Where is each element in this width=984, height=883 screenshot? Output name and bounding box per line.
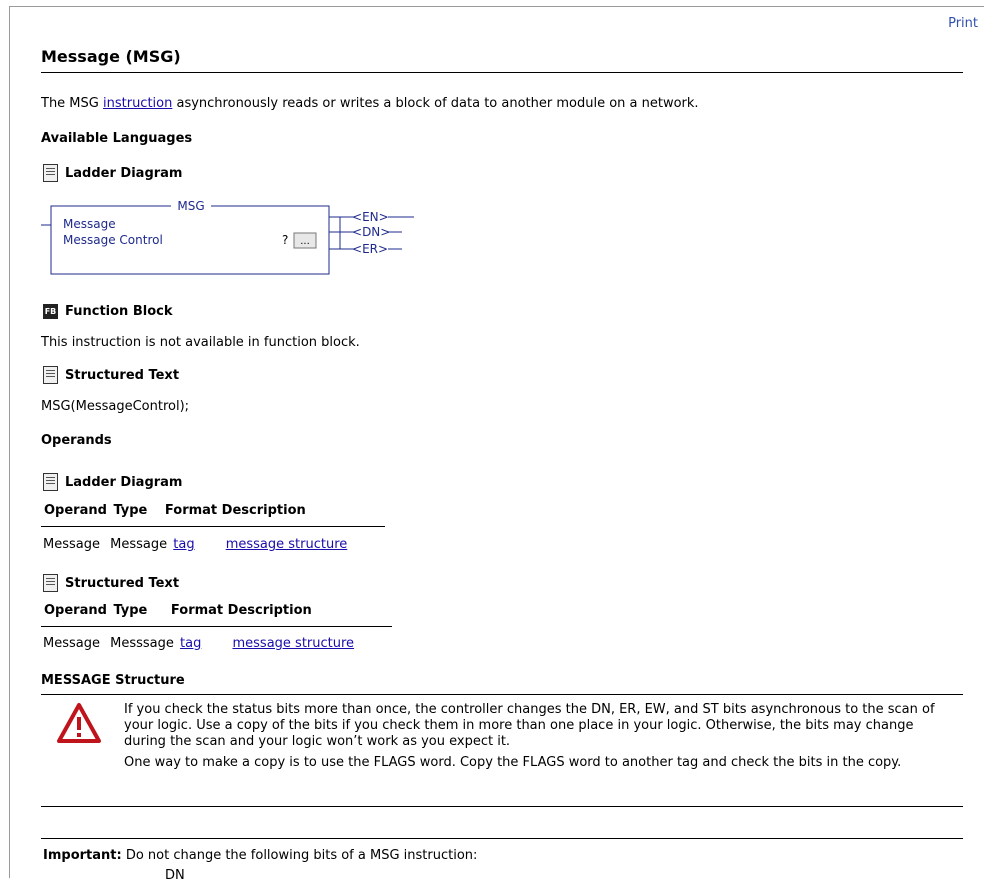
operands-ladder-heading: Ladder Diagram	[43, 473, 182, 491]
warning-icon	[57, 703, 101, 743]
operands-st-heading: Structured Text	[43, 574, 179, 592]
ladder-block-name: MSG	[177, 201, 204, 213]
col-operand: Operand	[44, 503, 107, 518]
cell-type: Messsage	[110, 636, 174, 651]
message-structure-link[interactable]: message structure	[232, 636, 354, 651]
ladder-diagram-icon	[43, 473, 58, 491]
cell-type: Message	[110, 537, 168, 552]
important-partial-item: DN	[165, 868, 185, 883]
intro-text: The MSG instruction asynchronously reads…	[41, 96, 699, 111]
operands-ladder-label: Ladder Diagram	[65, 474, 183, 490]
operands-ladder-header: Operand Type Format Description	[44, 503, 306, 518]
output-dn: <DN>	[352, 225, 390, 239]
table-row: Message Messsage tag message structure	[43, 636, 354, 651]
operands-heading: Operands	[41, 433, 112, 448]
browse-button[interactable]: ...	[293, 232, 317, 249]
important-text: Do not change the following bits of a MS…	[125, 848, 478, 863]
structured-text-icon	[43, 574, 58, 592]
tag-link[interactable]: tag	[180, 636, 201, 651]
structured-text-label: Structured Text	[65, 367, 180, 383]
output-en: <EN>	[352, 210, 389, 224]
col-format: Format	[170, 603, 224, 618]
available-languages-heading: Available Languages	[41, 131, 193, 146]
important-label: Important:	[43, 848, 122, 863]
ladder-diagram: MSG Message Message Control ? ... <EN> <…	[41, 201, 414, 275]
message-structure-link[interactable]: message structure	[226, 537, 348, 552]
ladder-diagram-icon	[43, 164, 58, 182]
ladder-diagram-heading: Ladder Diagram	[43, 164, 182, 182]
col-description: Description	[227, 603, 312, 618]
important-top-rule	[41, 838, 963, 839]
operands-st-rule	[41, 626, 392, 627]
instruction-link[interactable]: instruction	[103, 96, 172, 111]
warning-paragraph-1: If you check the status bits more than o…	[124, 702, 935, 749]
ladder-diagram-label: Ladder Diagram	[65, 165, 183, 181]
col-type: Type	[113, 503, 148, 518]
ladder-row-message: Message	[63, 217, 116, 231]
col-operand: Operand	[44, 603, 107, 618]
warning-paragraph-2: One way to make a copy is to use the FLA…	[124, 755, 902, 770]
operands-ladder-rule	[41, 526, 385, 527]
col-description: Description	[221, 503, 306, 518]
title-divider	[41, 72, 963, 73]
output-er: <ER>	[352, 242, 388, 256]
function-block-heading: FB Function Block	[43, 304, 172, 319]
warning-top-rule	[41, 694, 963, 695]
ladder-value: ?	[282, 233, 288, 247]
function-block-icon: FB	[43, 304, 58, 319]
warning-text: If you check the status bits more than o…	[124, 702, 959, 776]
browse-button-label: ...	[300, 236, 310, 247]
function-block-text: This instruction is not available in fun…	[41, 335, 360, 350]
intro-after: asynchronously reads or writes a block o…	[172, 96, 699, 111]
operands-st-header: Operand Type Format Description	[44, 603, 312, 618]
col-type: Type	[113, 603, 148, 618]
structured-text-heading: Structured Text	[43, 366, 179, 384]
col-format: Format	[164, 503, 218, 518]
message-structure-heading: MESSAGE Structure	[41, 673, 185, 688]
structured-text-icon	[43, 366, 58, 384]
structured-text-code: MSG(MessageControl);	[41, 399, 190, 414]
function-block-label: Function Block	[65, 304, 173, 319]
warning-bottom-rule	[41, 806, 963, 807]
print-link[interactable]: Print	[948, 16, 978, 31]
ladder-row-message-control: Message Control	[63, 233, 163, 247]
cell-operand: Message	[43, 636, 100, 651]
table-row: Message Message tag message structure	[43, 537, 347, 552]
operands-st-label: Structured Text	[65, 575, 180, 591]
tag-link[interactable]: tag	[173, 537, 194, 552]
important-note: Important: Do not change the following b…	[43, 848, 477, 863]
cell-operand: Message	[43, 537, 100, 552]
intro-before: The MSG	[41, 96, 103, 111]
page-title: Message (MSG)	[41, 47, 181, 66]
